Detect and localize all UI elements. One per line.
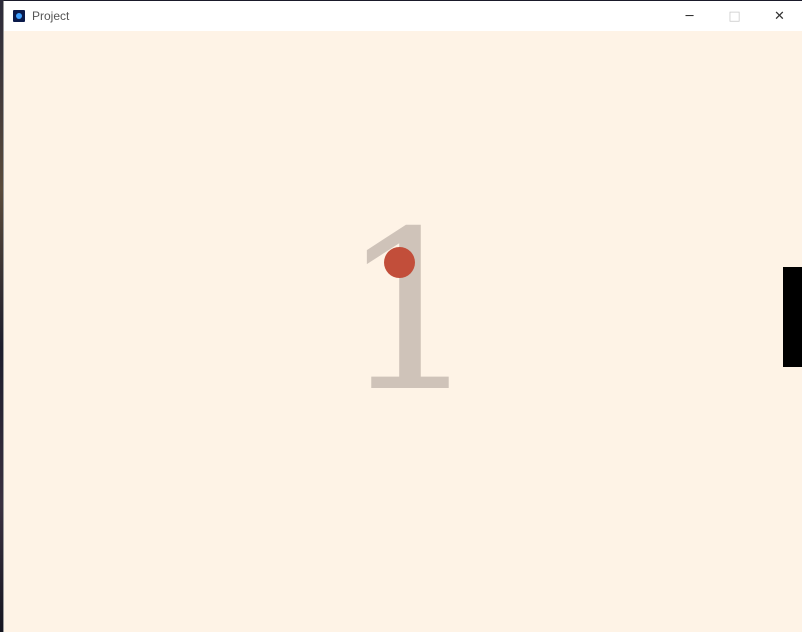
title-bar[interactable]: Project ─ □ ✕ bbox=[4, 1, 802, 31]
window-controls: ─ □ ✕ bbox=[667, 1, 802, 31]
right-paddle bbox=[783, 267, 802, 367]
ball bbox=[384, 247, 415, 278]
maximize-button: □ bbox=[728, 8, 741, 24]
app-icon bbox=[13, 10, 25, 22]
game-canvas[interactable]: 1 bbox=[4, 32, 802, 632]
minimize-button[interactable]: ─ bbox=[667, 1, 712, 31]
window-title: Project bbox=[32, 9, 70, 23]
app-window: Project ─ □ ✕ 1 bbox=[3, 1, 802, 632]
close-button[interactable]: ✕ bbox=[757, 1, 802, 31]
score-display: 1 bbox=[340, 184, 480, 440]
